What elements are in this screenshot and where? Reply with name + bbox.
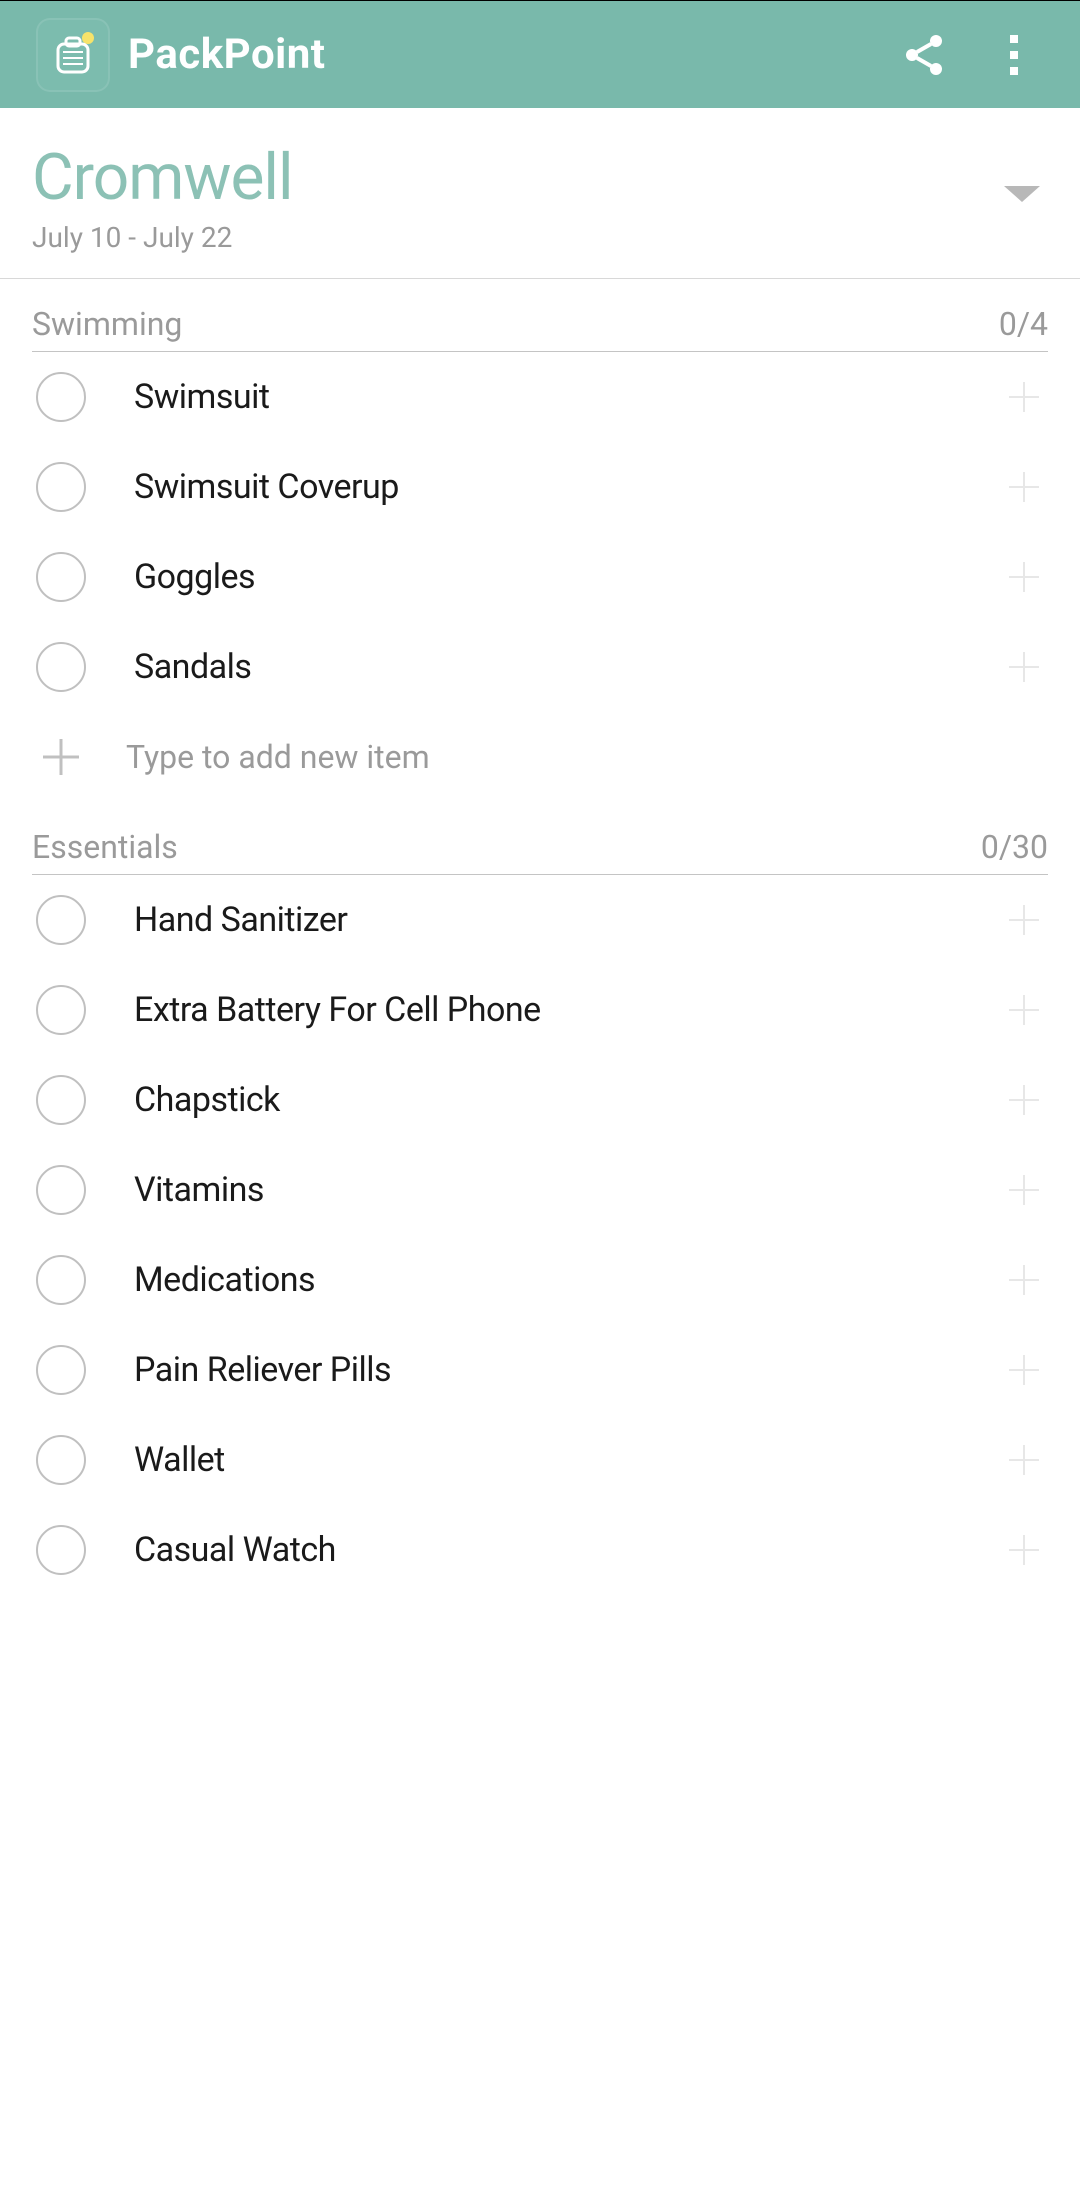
increment-button[interactable] [1004, 377, 1044, 417]
checkbox-circle[interactable] [36, 1255, 86, 1305]
section-header: Swimming0/4 [32, 305, 1048, 352]
list-item: Chapstick [32, 1055, 1048, 1145]
trip-dropdown-arrow[interactable] [1002, 182, 1042, 210]
plus-icon [1007, 470, 1041, 504]
list-item: Extra Battery For Cell Phone [32, 965, 1048, 1055]
overflow-menu-button[interactable] [978, 19, 1050, 91]
app-icon [36, 18, 110, 92]
plus-icon [1007, 1533, 1041, 1567]
plus-icon [1007, 380, 1041, 414]
list-item: Swimsuit Coverup [32, 442, 1048, 532]
increment-button[interactable] [1004, 1080, 1044, 1120]
list-item: Pain Reliever Pills [32, 1325, 1048, 1415]
item-label[interactable]: Hand Sanitizer [134, 900, 1004, 940]
plus-icon [1007, 650, 1041, 684]
add-item-plus[interactable] [36, 732, 86, 782]
item-label[interactable]: Extra Battery For Cell Phone [134, 990, 1004, 1030]
add-item-input[interactable] [126, 738, 1044, 776]
increment-button[interactable] [1004, 1350, 1044, 1390]
item-label[interactable]: Vitamins [134, 1170, 1004, 1210]
item-label[interactable]: Medications [134, 1260, 1004, 1300]
app-title: PackPoint [128, 30, 326, 79]
item-label[interactable]: Wallet [134, 1440, 1004, 1480]
section: Swimming0/4 Swimsuit Swimsuit Coverup Goggl… [0, 279, 1080, 802]
checkbox-circle[interactable] [36, 642, 86, 692]
item-label[interactable]: Goggles [134, 557, 1004, 597]
checkbox-circle[interactable] [36, 895, 86, 945]
list-item: Casual Watch [32, 1505, 1048, 1595]
section-title: Essentials [32, 828, 981, 866]
section-count: 0/4 [999, 305, 1048, 343]
item-label[interactable]: Swimsuit Coverup [134, 467, 1004, 507]
increment-button[interactable] [1004, 1530, 1044, 1570]
more-vert-icon [1008, 33, 1020, 77]
plus-icon [1007, 560, 1041, 594]
plus-icon [1007, 1443, 1041, 1477]
list-item: Swimsuit [32, 352, 1048, 442]
checkbox-circle[interactable] [36, 985, 86, 1035]
increment-button[interactable] [1004, 647, 1044, 687]
item-label[interactable]: Chapstick [134, 1080, 1004, 1120]
section-header: Essentials0/30 [32, 828, 1048, 875]
plus-icon [39, 735, 83, 779]
increment-button[interactable] [1004, 557, 1044, 597]
plus-icon [1007, 993, 1041, 1027]
trip-dates: July 10 - July 22 [32, 221, 1002, 254]
share-button[interactable] [888, 19, 960, 91]
plus-icon [1007, 1173, 1041, 1207]
list-item: Wallet [32, 1415, 1048, 1505]
increment-button[interactable] [1004, 1260, 1044, 1300]
checkbox-circle[interactable] [36, 1075, 86, 1125]
increment-button[interactable] [1004, 467, 1044, 507]
plus-icon [1007, 903, 1041, 937]
app-bar: PackPoint [0, 1, 1080, 108]
item-label[interactable]: Casual Watch [134, 1530, 1004, 1570]
item-label[interactable]: Pain Reliever Pills [134, 1350, 1004, 1390]
plus-icon [1007, 1263, 1041, 1297]
list-item: Medications [32, 1235, 1048, 1325]
item-label[interactable]: Swimsuit [134, 377, 1004, 417]
plus-icon [1007, 1353, 1041, 1387]
list-item: Vitamins [32, 1145, 1048, 1235]
list-item: Goggles [32, 532, 1048, 622]
checkbox-circle[interactable] [36, 1345, 86, 1395]
item-label[interactable]: Sandals [134, 647, 1004, 687]
chevron-down-icon [1002, 182, 1042, 206]
checkbox-circle[interactable] [36, 1525, 86, 1575]
share-icon [900, 31, 948, 79]
increment-button[interactable] [1004, 900, 1044, 940]
list-item: Sandals [32, 622, 1048, 712]
increment-button[interactable] [1004, 1440, 1044, 1480]
increment-button[interactable] [1004, 1170, 1044, 1210]
add-item-row [32, 712, 1048, 802]
section-title: Swimming [32, 305, 999, 343]
checkbox-circle[interactable] [36, 1165, 86, 1215]
increment-button[interactable] [1004, 990, 1044, 1030]
trip-header[interactable]: Cromwell July 10 - July 22 [0, 108, 1080, 279]
checkbox-circle[interactable] [36, 552, 86, 602]
list-item: Hand Sanitizer [32, 875, 1048, 965]
checkbox-circle[interactable] [36, 1435, 86, 1485]
trip-name: Cromwell [32, 140, 1002, 215]
checkbox-circle[interactable] [36, 462, 86, 512]
plus-icon [1007, 1083, 1041, 1117]
section: Essentials0/30 Hand Sanitizer Extra Batter… [0, 802, 1080, 1595]
section-count: 0/30 [981, 828, 1048, 866]
checkbox-circle[interactable] [36, 372, 86, 422]
